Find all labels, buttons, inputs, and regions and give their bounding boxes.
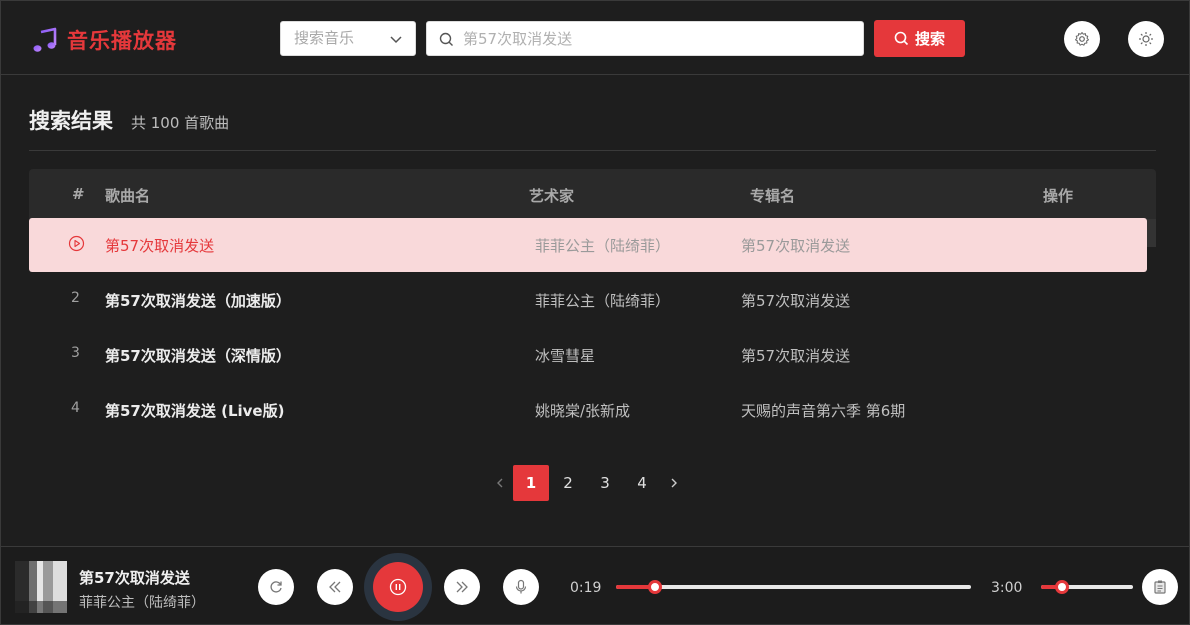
search-icon [439, 32, 453, 46]
song-album[interactable]: 天赐的声音第六季 第6期 [741, 400, 905, 421]
pagination: 1 2 3 4 [487, 465, 687, 501]
next-button[interactable] [444, 569, 480, 605]
search-input[interactable] [463, 23, 853, 54]
repeat-icon [270, 581, 282, 593]
prev-page-button[interactable] [487, 465, 513, 501]
table-row[interactable]: 3 第57次取消发送（深情版） 冰雪彗星 第57次取消发送 [29, 328, 1147, 382]
search-button-label: 搜索 [914, 30, 945, 48]
now-playing-title: 第57次取消发送 [79, 569, 190, 587]
table-row[interactable]: 2 第57次取消发送（加速版） 菲菲公主（陆绮菲） 第57次取消发送 [29, 273, 1147, 327]
divider [29, 150, 1156, 151]
microphone-icon [515, 579, 527, 594]
settings-button[interactable] [1064, 21, 1100, 57]
duration: 3:00 [991, 580, 1023, 596]
song-artist[interactable]: 姚晓棠/张新成 [535, 400, 630, 421]
page-3-button[interactable]: 3 [587, 465, 623, 501]
page-4-button[interactable]: 4 [624, 465, 660, 501]
chevron-right-icon [671, 478, 677, 488]
playlist-button[interactable] [1142, 569, 1178, 605]
lyrics-button[interactable] [503, 569, 539, 605]
results-title-row: 搜索结果 共 100 首歌曲 [29, 105, 229, 135]
current-time: 0:19 [570, 580, 602, 596]
app-window: 音乐播放器 搜索音乐 搜索 [0, 0, 1190, 625]
song-name[interactable]: 第57次取消发送（加速版） [105, 290, 291, 311]
result-count: 共 100 首歌曲 [131, 114, 230, 132]
app-logo: 音乐播放器 [31, 25, 177, 55]
chevron-left-icon [497, 478, 503, 488]
song-artist[interactable]: 菲菲公主（陆绮菲） [535, 235, 670, 256]
sun-icon [1139, 32, 1153, 46]
table-scrollbar[interactable] [1147, 219, 1156, 247]
song-album[interactable]: 第57次取消发送 [741, 235, 850, 256]
song-album[interactable]: 第57次取消发送 [741, 290, 850, 311]
song-artist[interactable]: 菲菲公主（陆绮菲） [535, 290, 670, 311]
play-circle-icon[interactable] [68, 235, 85, 252]
previous-button[interactable] [317, 569, 353, 605]
next-page-button[interactable] [661, 465, 687, 501]
player-bar: 第57次取消发送 菲菲公主（陆绮菲） 0:19 3:00 [1, 546, 1189, 624]
table-row[interactable]: 第57次取消发送 菲菲公主（陆绮菲） 第57次取消发送 [29, 218, 1147, 272]
loop-button[interactable] [258, 569, 294, 605]
song-artist[interactable]: 冰雪彗星 [535, 345, 595, 366]
volume-slider[interactable] [1041, 580, 1133, 594]
search-button[interactable]: 搜索 [874, 20, 965, 57]
search-source-placeholder: 搜索音乐 [294, 29, 355, 47]
theme-toggle-button[interactable] [1128, 21, 1164, 57]
now-playing-artist: 菲菲公主（陆绮菲） [79, 595, 205, 611]
music-note-icon [33, 27, 57, 52]
gear-icon [1075, 32, 1089, 46]
page-1-button[interactable]: 1 [513, 465, 549, 501]
search-source-select[interactable]: 搜索音乐 [280, 21, 416, 56]
album-cover[interactable] [15, 561, 67, 613]
row-index: 2 [71, 290, 80, 306]
playlist-icon [1154, 580, 1166, 594]
column-artist: 艺术家 [529, 187, 575, 205]
rewind-icon [329, 581, 341, 593]
pause-button-inner [373, 562, 423, 612]
table-row[interactable]: 4 第57次取消发送 (Live版) 姚晓棠/张新成 天赐的声音第六季 第6期 [29, 383, 1147, 437]
row-index: 3 [71, 345, 80, 361]
column-song-name: 歌曲名 [105, 187, 151, 205]
song-name[interactable]: 第57次取消发送 (Live版) [105, 400, 284, 421]
row-index: 4 [71, 400, 80, 416]
page-title: 搜索结果 [29, 109, 113, 133]
column-actions: 操作 [1043, 187, 1074, 205]
column-album: 专辑名 [750, 187, 796, 205]
table-header: # 歌曲名 艺术家 专辑名 操作 [29, 169, 1156, 219]
search-icon [894, 31, 909, 46]
song-name[interactable]: 第57次取消发送（深情版） [105, 345, 291, 366]
song-album[interactable]: 第57次取消发送 [741, 345, 850, 366]
pause-button[interactable] [364, 553, 432, 621]
fast-forward-icon [456, 581, 468, 593]
page-2-button[interactable]: 2 [550, 465, 586, 501]
search-field[interactable] [426, 21, 864, 56]
column-index: # [72, 185, 85, 203]
app-title: 音乐播放器 [67, 29, 177, 53]
progress-slider[interactable] [616, 580, 971, 594]
progress-handle[interactable] [648, 580, 663, 594]
pause-icon [389, 578, 407, 596]
top-bar: 音乐播放器 搜索音乐 搜索 [1, 1, 1189, 75]
song-name[interactable]: 第57次取消发送 [105, 235, 214, 256]
volume-handle[interactable] [1055, 580, 1070, 594]
chevron-down-icon [390, 36, 402, 44]
album-cover-image [15, 561, 67, 613]
